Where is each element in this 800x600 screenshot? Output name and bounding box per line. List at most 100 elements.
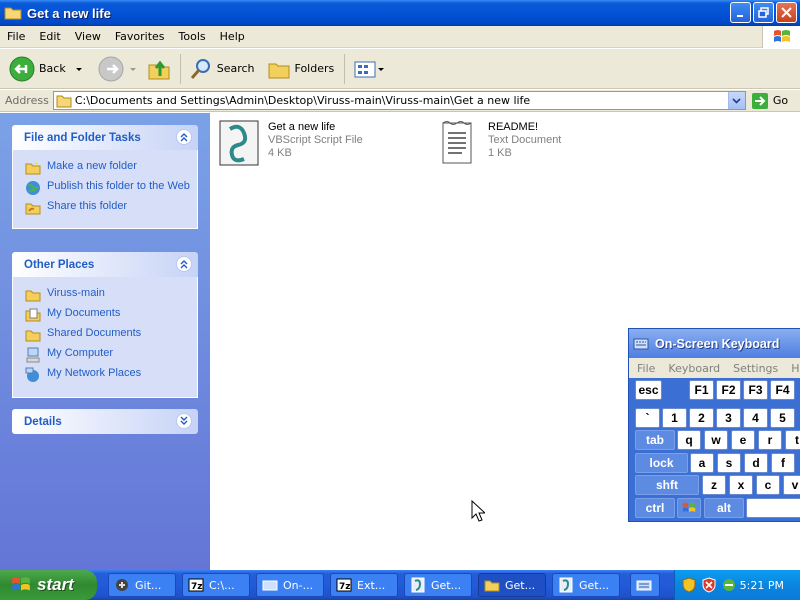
views-button[interactable] <box>349 53 389 85</box>
taskbar-button-get-3[interactable]: Get... <box>552 573 620 597</box>
menu-edit[interactable]: Edit <box>32 30 67 43</box>
key-tab[interactable]: tab <box>635 430 675 450</box>
chevron-down-icon[interactable] <box>128 64 138 74</box>
key-w[interactable]: w <box>704 430 728 450</box>
collapse-chevron-icon[interactable] <box>176 129 192 145</box>
key-a[interactable]: a <box>690 453 714 473</box>
chevron-down-icon <box>732 97 741 104</box>
key-f3[interactable]: F3 <box>743 380 768 400</box>
taskbar-quick-keyboard[interactable] <box>630 573 660 597</box>
key-c[interactable]: c <box>756 475 780 495</box>
security-shield-icon[interactable] <box>681 577 697 593</box>
folders-label: Folders <box>294 62 335 75</box>
key-backtick[interactable]: ` <box>635 408 660 428</box>
place-shared-documents[interactable]: Shared Documents <box>25 327 197 343</box>
address-dropdown-button[interactable] <box>727 92 745 109</box>
close-button[interactable] <box>776 2 797 23</box>
back-label: Back <box>39 62 66 75</box>
new-folder-icon <box>25 161 41 175</box>
key-shift[interactable]: shft <box>635 475 699 495</box>
place-viruss-main[interactable]: Viruss-main <box>25 287 197 303</box>
key-x[interactable]: x <box>729 475 753 495</box>
up-folder-button[interactable] <box>142 53 176 85</box>
desktop: Get a new life File Edit View Favorites … <box>0 0 800 600</box>
key-space[interactable] <box>746 498 800 518</box>
osk-menu-settings[interactable]: Settings <box>725 362 783 375</box>
key-ctrl[interactable]: ctrl <box>635 498 675 518</box>
key-t[interactable]: t <box>785 430 800 450</box>
key-q[interactable]: q <box>677 430 701 450</box>
panel-header[interactable]: Other Places <box>12 252 198 277</box>
go-button[interactable]: Go <box>751 92 788 110</box>
task-share-folder[interactable]: Share this folder <box>25 200 197 216</box>
panel-header[interactable]: Details <box>12 409 198 434</box>
task-publish-folder[interactable]: Publish this folder to the Web <box>25 180 197 196</box>
taskbar-button-7zip-c[interactable]: 7z C:\... <box>182 573 250 597</box>
search-button[interactable]: Search <box>185 53 259 85</box>
key-d[interactable]: d <box>744 453 768 473</box>
key-1[interactable]: 1 <box>662 408 687 428</box>
chevron-down-icon[interactable] <box>377 64 385 74</box>
window-titlebar[interactable]: Get a new life <box>0 0 800 26</box>
taskbar-button-onscreen-keyboard[interactable]: On-... <box>256 573 324 597</box>
taskbar-button-7zip-extract[interactable]: 7z Ext... <box>330 573 398 597</box>
key-f[interactable]: f <box>771 453 795 473</box>
key-e[interactable]: e <box>731 430 755 450</box>
menu-tools[interactable]: Tools <box>172 30 213 43</box>
key-4[interactable]: 4 <box>743 408 768 428</box>
place-my-network-places[interactable]: My Network Places <box>25 367 197 383</box>
svg-text:7z: 7z <box>191 582 203 592</box>
key-f2[interactable]: F2 <box>716 380 741 400</box>
osk-menu-help[interactable]: Help <box>783 362 800 375</box>
file-item[interactable]: README! Text Document 1 KB <box>438 119 561 167</box>
file-size: 1 KB <box>488 147 512 159</box>
key-caps-lock[interactable]: lock <box>635 453 688 473</box>
panel-body: Viruss-main My Documents Shared Document… <box>12 277 198 398</box>
forward-button[interactable] <box>94 53 142 85</box>
place-my-computer[interactable]: My Computer <box>25 347 197 363</box>
system-clock[interactable]: 5:21 PM <box>740 579 784 592</box>
back-button[interactable]: Back <box>5 53 88 85</box>
key-v[interactable]: v <box>783 475 800 495</box>
taskbar-button-get-1[interactable]: Get... <box>404 573 472 597</box>
restore-button[interactable] <box>753 2 774 23</box>
menu-file[interactable]: File <box>0 30 32 43</box>
key-f1[interactable]: F1 <box>689 380 714 400</box>
file-item[interactable]: Get a new life VBScript Script File 4 KB <box>218 119 363 167</box>
minimize-button[interactable] <box>730 2 751 23</box>
osk-menu-keyboard[interactable]: Keyboard <box>660 362 725 375</box>
key-windows[interactable] <box>677 498 701 518</box>
taskbar-button-git[interactable]: Git... <box>108 573 176 597</box>
panel-header[interactable]: File and Folder Tasks <box>12 125 198 150</box>
key-s[interactable]: s <box>717 453 741 473</box>
computer-icon <box>26 347 40 363</box>
script-icon <box>411 577 425 593</box>
key-2[interactable]: 2 <box>689 408 714 428</box>
key-z[interactable]: z <box>702 475 726 495</box>
expand-chevron-icon[interactable] <box>176 413 192 429</box>
osk-menu-file[interactable]: File <box>629 362 660 375</box>
search-icon <box>190 58 210 79</box>
on-screen-keyboard-window[interactable]: On-Screen Keyboard File Keyboard Setting… <box>628 328 800 522</box>
chevron-down-icon[interactable] <box>74 64 84 74</box>
key-r[interactable]: r <box>758 430 782 450</box>
start-button[interactable]: start <box>0 570 97 600</box>
key-5[interactable]: 5 <box>770 408 795 428</box>
key-f4[interactable]: F4 <box>770 380 795 400</box>
menu-help[interactable]: Help <box>213 30 252 43</box>
place-my-documents[interactable]: My Documents <box>25 307 197 323</box>
key-esc[interactable]: esc <box>635 380 662 400</box>
menu-view[interactable]: View <box>68 30 108 43</box>
task-make-new-folder[interactable]: Make a new folder <box>25 160 197 176</box>
folders-button[interactable]: Folders <box>263 53 339 85</box>
key-alt[interactable]: alt <box>704 498 744 518</box>
collapse-chevron-icon[interactable] <box>176 256 192 272</box>
menu-favorites[interactable]: Favorites <box>108 30 172 43</box>
taskbar-button-get-2-active[interactable]: Get... <box>478 573 546 597</box>
osk-titlebar[interactable]: On-Screen Keyboard <box>629 329 800 358</box>
security-alert-icon[interactable] <box>701 577 717 593</box>
network-tray-icon[interactable] <box>721 577 737 593</box>
back-arrow-icon <box>9 56 35 81</box>
address-input[interactable]: C:\Documents and Settings\Admin\Desktop\… <box>52 91 746 110</box>
key-3[interactable]: 3 <box>716 408 741 428</box>
